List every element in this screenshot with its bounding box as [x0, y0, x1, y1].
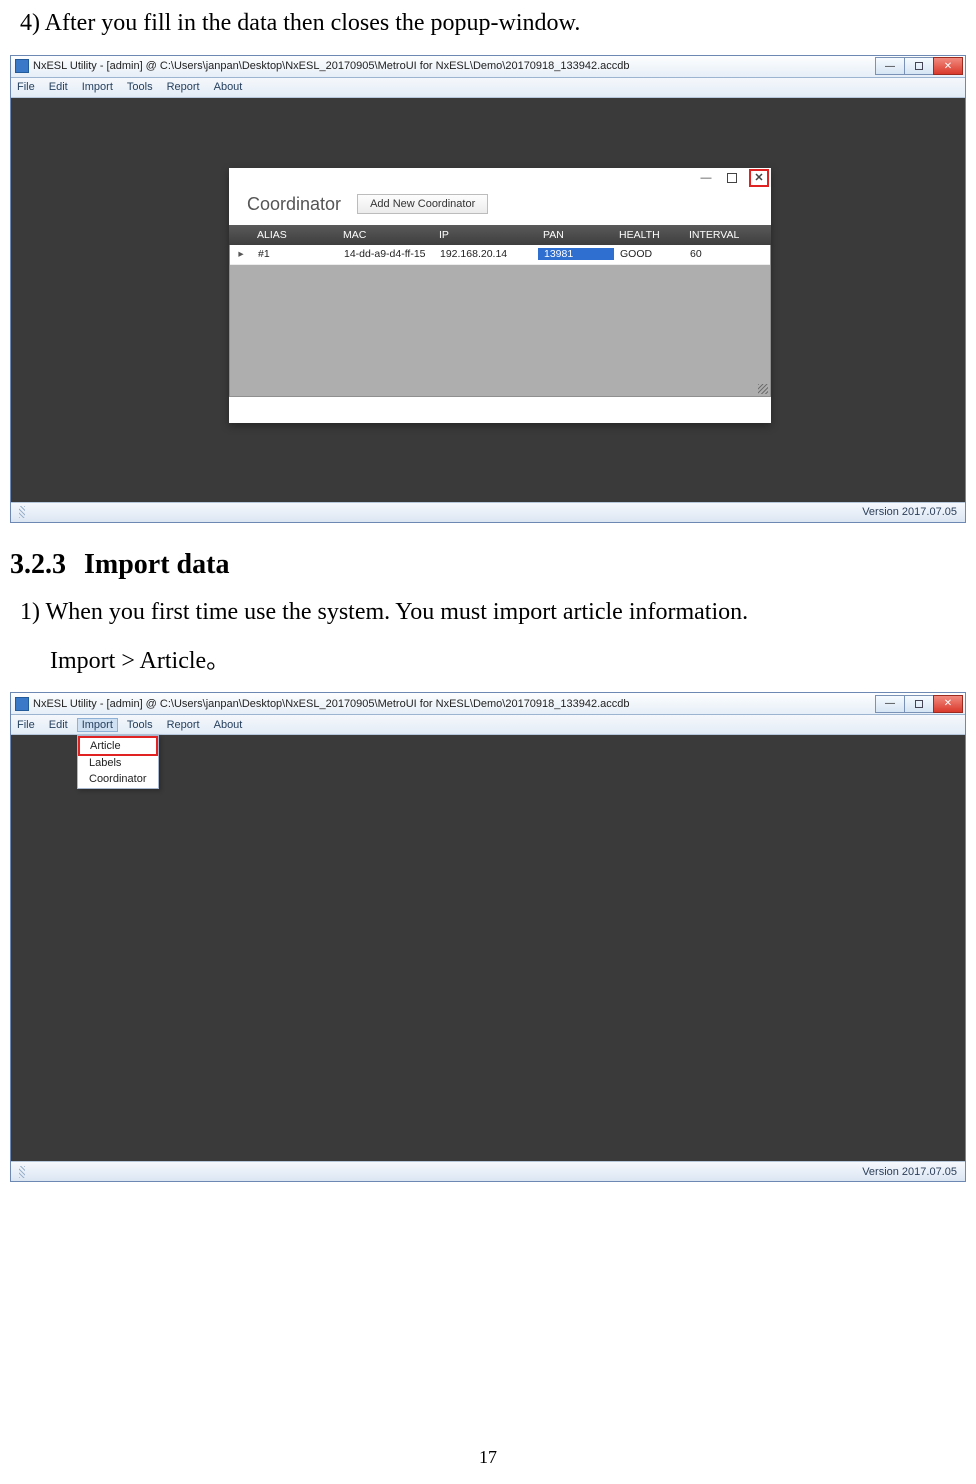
popup-minimize-button[interactable]: — [697, 170, 715, 186]
app-icon [15, 697, 29, 711]
menu-tools[interactable]: Tools [127, 81, 153, 93]
window-title: NxESL Utility - [admin] @ C:\Users\janpa… [33, 60, 876, 72]
col-ip: IP [433, 229, 537, 241]
menu-import[interactable]: Import [77, 718, 118, 732]
menu-about[interactable]: About [214, 81, 243, 93]
add-coordinator-button[interactable]: Add New Coordinator [357, 194, 488, 214]
menu-bar: File Edit Import Tools Report About [11, 78, 965, 98]
cell-mac[interactable]: 14-dd-a9-d4-ff-15 [338, 248, 434, 260]
col-interval: INTERVAL [683, 229, 753, 241]
menu-file[interactable]: File [17, 719, 35, 731]
dropdown-item-labels[interactable]: Labels [79, 755, 157, 771]
menu-report[interactable]: Report [167, 719, 200, 731]
col-health: HEALTH [613, 229, 683, 241]
menu-about[interactable]: About [214, 719, 243, 731]
menu-tools[interactable]: Tools [127, 719, 153, 731]
table-row[interactable]: ▸ #1 14-dd-a9-d4-ff-15 192.168.20.14 139… [230, 245, 770, 265]
version-label: Version 2017.07.05 [862, 1166, 957, 1178]
close-button[interactable]: ✕ [933, 57, 963, 75]
cell-alias[interactable]: #1 [252, 248, 338, 260]
row-marker: ▸ [230, 248, 252, 260]
menu-import[interactable]: Import [82, 81, 113, 93]
window-title: NxESL Utility - [admin] @ C:\Users\janpa… [33, 698, 876, 710]
import-dropdown: Article Labels Coordinator [77, 735, 159, 789]
dropdown-item-coordinator[interactable]: Coordinator [79, 771, 157, 787]
dropdown-item-article[interactable]: Article [78, 736, 158, 756]
doc-step-1: 1) When you first time use the system. Y… [10, 595, 966, 630]
menu-report[interactable]: Report [167, 81, 200, 93]
col-pan: PAN [537, 229, 613, 241]
minimize-button[interactable]: — [875, 57, 905, 75]
cell-pan[interactable]: 13981 [538, 248, 614, 260]
popup-close-button[interactable]: ✕ [749, 169, 769, 187]
section-heading: 3.2.3Import data [10, 549, 966, 581]
menu-bar: File Edit Import Tools Report About [11, 715, 965, 735]
maximize-button[interactable] [904, 57, 934, 75]
window-titlebar: NxESL Utility - [admin] @ C:\Users\janpa… [11, 693, 965, 715]
statusbar-grip-icon [19, 1166, 25, 1178]
cell-ip[interactable]: 192.168.20.14 [434, 248, 538, 260]
minimize-button[interactable]: — [875, 695, 905, 713]
statusbar-grip-icon [19, 506, 25, 518]
close-button[interactable]: ✕ [933, 695, 963, 713]
doc-step-4: 4) After you fill in the data then close… [10, 6, 966, 41]
cell-interval[interactable]: 60 [684, 248, 754, 260]
menu-edit[interactable]: Edit [49, 719, 68, 731]
status-bar: Version 2017.07.05 [11, 502, 965, 522]
coordinator-popup: — ✕ Coordinator Add New Coordinator ALIA… [229, 168, 771, 423]
screenshot-coordinator: NxESL Utility - [admin] @ C:\Users\janpa… [10, 55, 966, 523]
app-icon [15, 59, 29, 73]
popup-title: Coordinator [247, 194, 341, 215]
page-number: 17 [0, 1447, 976, 1468]
status-bar: Version 2017.07.05 [11, 1161, 965, 1181]
resize-grip-icon[interactable] [758, 384, 768, 394]
doc-step-1-path: Import > Article。 [10, 644, 966, 679]
popup-maximize-button[interactable] [723, 170, 741, 186]
col-alias: ALIAS [251, 229, 337, 241]
version-label: Version 2017.07.05 [862, 506, 957, 518]
menu-file[interactable]: File [17, 81, 35, 93]
col-mac: MAC [337, 229, 433, 241]
window-titlebar: NxESL Utility - [admin] @ C:\Users\janpa… [11, 56, 965, 78]
maximize-button[interactable] [904, 695, 934, 713]
coordinator-table: ALIAS MAC IP PAN HEALTH INTERVAL ▸ #1 [229, 225, 771, 397]
cell-health[interactable]: GOOD [614, 248, 684, 260]
menu-edit[interactable]: Edit [49, 81, 68, 93]
screenshot-import-menu: NxESL Utility - [admin] @ C:\Users\janpa… [10, 692, 966, 1182]
